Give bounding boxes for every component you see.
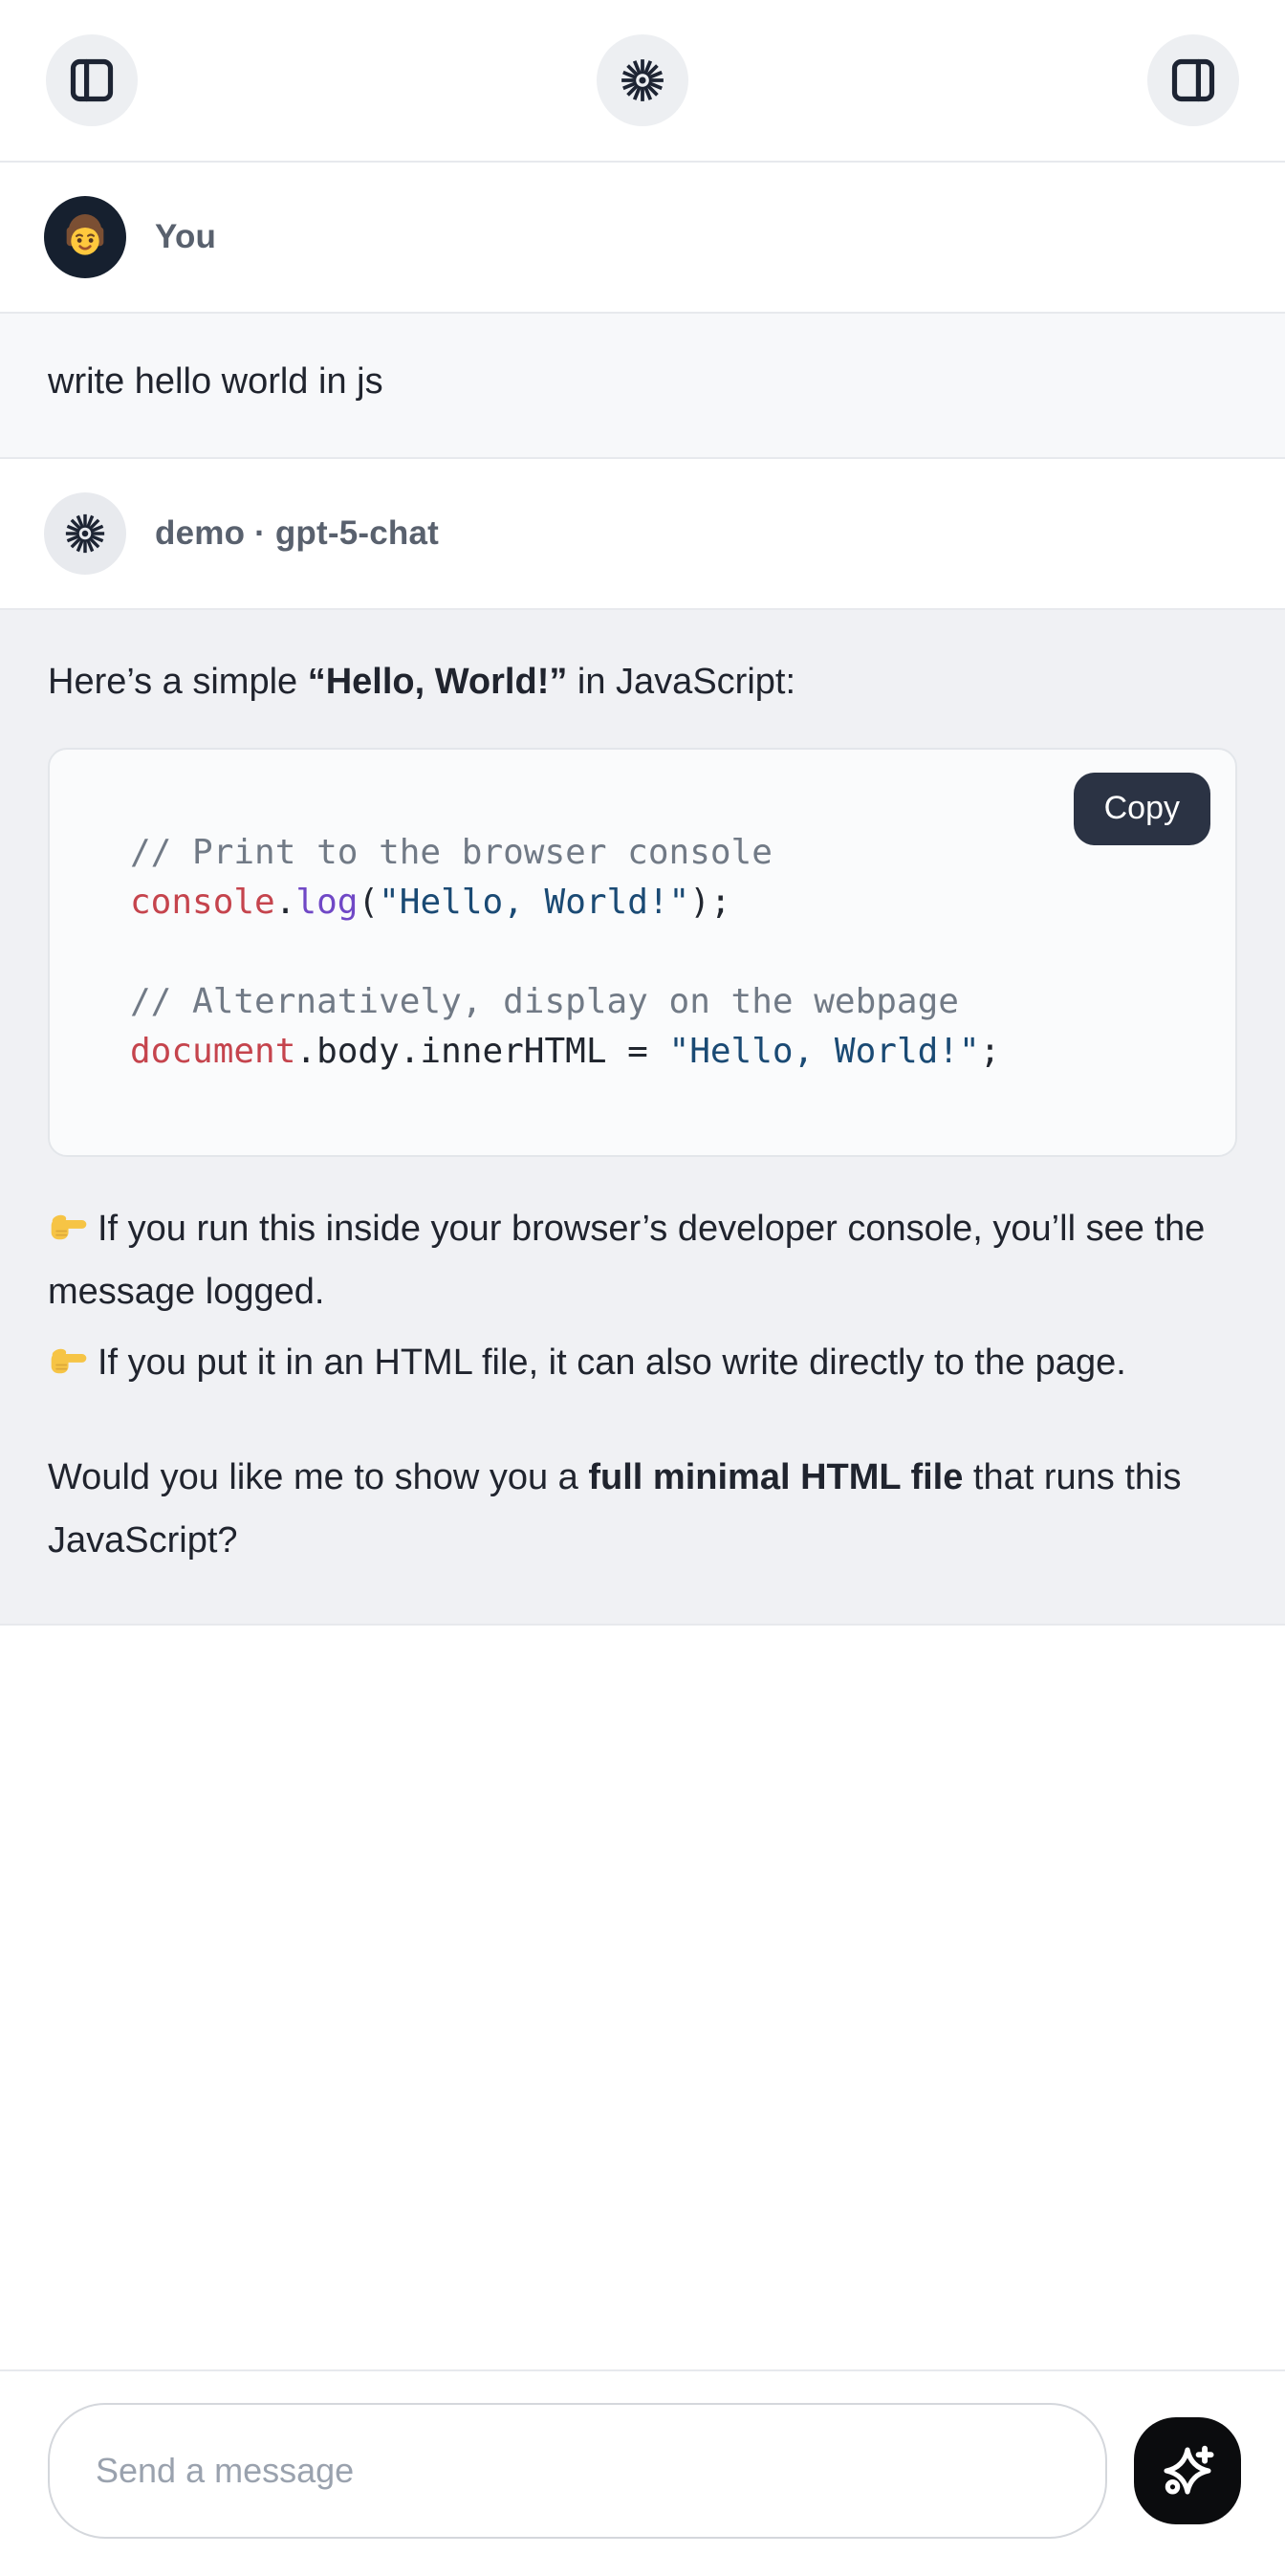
pointer-text: If you put it in an HTML file, it can al…	[98, 1343, 1126, 1383]
starburst-spark-icon	[63, 512, 107, 556]
pointing-right-emoji-icon	[48, 1205, 90, 1247]
pointer-paragraph: If you run this inside your browser’s de…	[48, 1197, 1237, 1323]
intro-bold-text: “Hello, World!”	[308, 662, 568, 702]
user-avatar	[44, 196, 126, 278]
user-message-bubble: write hello world in js	[0, 312, 1285, 459]
sidebar-toggle-button[interactable]	[46, 34, 138, 126]
sparkles-plus-icon	[1158, 2441, 1217, 2500]
intro-paragraph: Here’s a simple “Hello, World!” in JavaS…	[48, 650, 1237, 713]
person-emoji-icon	[54, 207, 116, 268]
copy-code-button[interactable]: Copy	[1074, 773, 1210, 845]
question-text: Would you like me to show you a	[48, 1457, 588, 1497]
code-content: // Print to the browser consoleconsole.l…	[130, 828, 1197, 1077]
pointer-text: If you run this inside your browser’s de…	[48, 1209, 1205, 1312]
assistant-author-label: demo · gpt-5-chat	[155, 514, 439, 553]
panel-left-icon	[67, 55, 117, 105]
pointing-right-emoji-icon	[48, 1339, 90, 1381]
user-message-text: write hello world in js	[48, 361, 383, 402]
chat-scroll-spacer	[0, 1626, 1285, 2369]
question-bold-text: full minimal HTML file	[588, 1457, 963, 1497]
intro-text: Here’s a simple	[48, 662, 308, 702]
assistant-message-body: Here’s a simple “Hello, World!” in JavaS…	[0, 608, 1285, 1626]
question-paragraph: Would you like me to show you a full min…	[48, 1446, 1237, 1572]
model-home-button[interactable]	[597, 34, 688, 126]
intro-text-after: in JavaScript:	[567, 662, 795, 702]
panel-right-icon	[1168, 55, 1218, 105]
user-message-header: You	[0, 163, 1285, 312]
code-block: Copy // Print to the browser consolecons…	[48, 748, 1237, 1157]
chat-app: You write hello world in js demo · gpt-5…	[0, 0, 1285, 2576]
assistant-message-header: demo · gpt-5-chat	[0, 459, 1285, 608]
starburst-spark-icon	[619, 56, 666, 104]
pointer-paragraph: If you put it in an HTML file, it can al…	[48, 1331, 1237, 1394]
message-input[interactable]	[48, 2403, 1107, 2539]
top-bar	[0, 0, 1285, 163]
composer-bar	[0, 2369, 1285, 2576]
send-button[interactable]	[1134, 2417, 1241, 2524]
right-panel-toggle-button[interactable]	[1147, 34, 1239, 126]
user-author-label: You	[155, 218, 216, 256]
assistant-avatar	[44, 492, 126, 575]
